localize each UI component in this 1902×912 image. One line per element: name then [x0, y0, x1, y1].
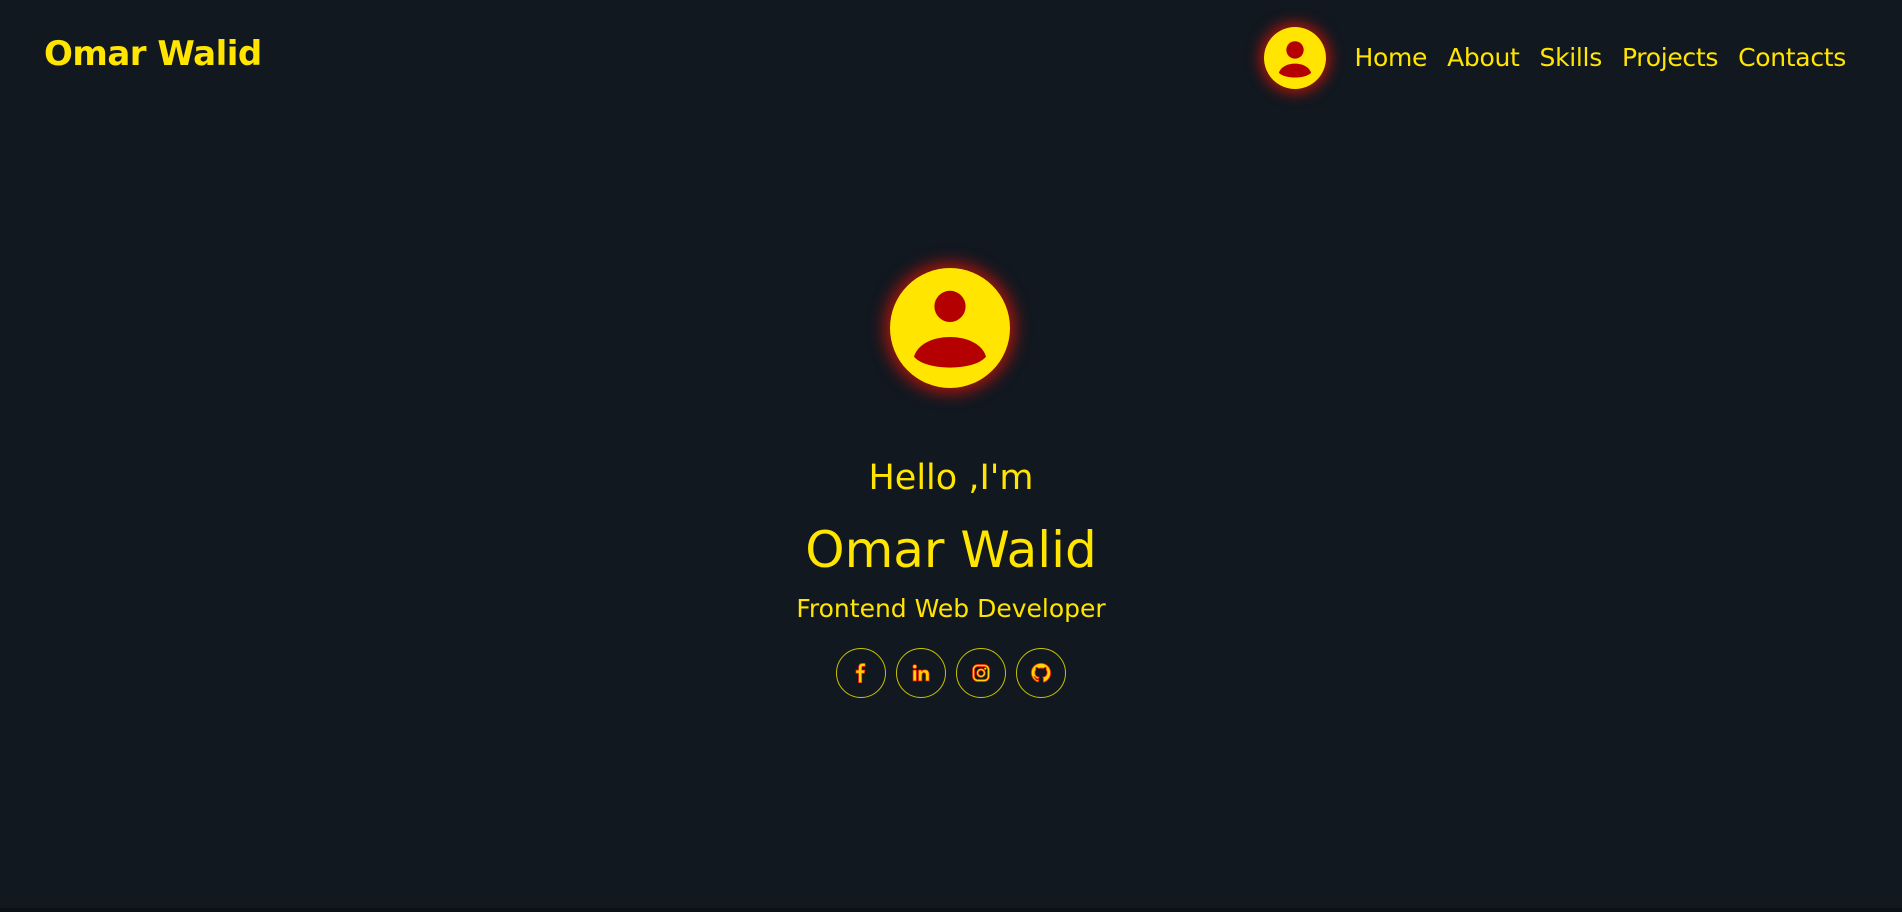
nav-link-home[interactable]: Home — [1354, 42, 1427, 74]
instagram-link[interactable] — [956, 648, 1006, 698]
nav-link-contacts[interactable]: Contacts — [1738, 42, 1846, 74]
hero-greeting: Hello ,I'm — [868, 458, 1034, 498]
nav-link-about[interactable]: About — [1447, 42, 1520, 74]
hero-user-avatar-icon — [890, 268, 1010, 388]
brand-logo[interactable]: Omar Walid — [44, 30, 262, 78]
nav-link-skills[interactable]: Skills — [1540, 42, 1603, 74]
main-nav: Home About Skills Projects Contacts — [1264, 26, 1846, 90]
bottom-divider — [0, 908, 1902, 912]
social-links — [836, 648, 1066, 698]
facebook-link[interactable] — [836, 648, 886, 698]
nav-user-avatar-icon[interactable] — [1264, 27, 1327, 89]
nav-link-projects[interactable]: Projects — [1622, 42, 1718, 74]
instagram-icon — [972, 664, 990, 682]
hero-role: Frontend Web Developer — [796, 594, 1106, 623]
hero-name: Omar Walid — [805, 521, 1097, 579]
github-icon — [1030, 662, 1051, 683]
linkedin-link[interactable] — [896, 648, 946, 698]
github-link[interactable] — [1016, 648, 1066, 698]
facebook-icon — [855, 663, 866, 683]
portfolio-page: Omar Walid Home About Skills Projects Co… — [0, 0, 1902, 912]
linkedin-icon — [912, 664, 930, 682]
